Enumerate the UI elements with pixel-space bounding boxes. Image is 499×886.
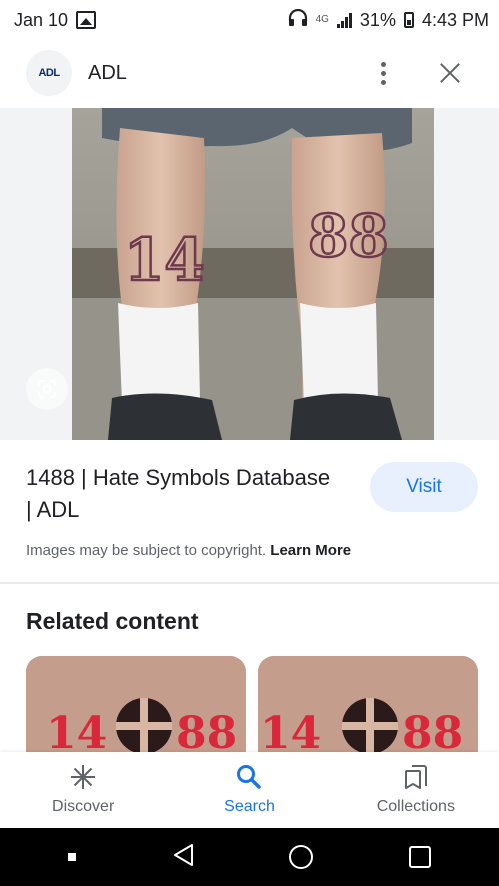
related-content-title: Related content: [26, 608, 199, 634]
bottom-navigation: Discover Search Collections: [0, 752, 499, 828]
status-right: 4G 31% 4:43 PM: [288, 8, 489, 32]
site-name[interactable]: ADL: [88, 62, 127, 85]
nav-discover[interactable]: Discover: [0, 752, 166, 828]
back-icon[interactable]: [172, 843, 194, 872]
gallery-notification-icon: [76, 11, 97, 29]
result-title[interactable]: 1488 | Hate Symbols Database | ADL: [26, 462, 336, 526]
recent-indicator-icon[interactable]: [67, 853, 76, 861]
battery-percent: 31%: [359, 9, 396, 30]
result-header: ADL ADL: [0, 44, 499, 102]
nav-collections[interactable]: Collections: [333, 752, 499, 828]
system-navigation-bar: [0, 828, 499, 886]
learn-more-link[interactable]: Learn More: [270, 542, 351, 559]
result-photo: 14 88: [72, 108, 434, 440]
status-bar: Jan 10 4G 31% 4:43 PM: [0, 0, 499, 40]
svg-text:14: 14: [260, 708, 321, 756]
close-icon[interactable]: [439, 62, 461, 84]
google-lens-button[interactable]: [26, 368, 68, 410]
more-options-icon[interactable]: [371, 61, 395, 85]
related-thumbnail-1-image: 14 88: [26, 656, 246, 756]
battery-icon: [403, 12, 414, 28]
nav-discover-label: Discover: [52, 798, 115, 815]
nav-search[interactable]: Search: [166, 752, 332, 828]
svg-text:88: 88: [402, 708, 463, 756]
lens-icon: [38, 380, 56, 398]
image-preview[interactable]: 14 88: [0, 108, 499, 440]
network-type: 4G: [315, 14, 329, 25]
overview-icon[interactable]: [409, 846, 432, 868]
site-logo: ADL: [26, 50, 72, 96]
related-thumbnail-1[interactable]: 14 88: [26, 656, 246, 756]
headset-icon: [288, 8, 308, 32]
nav-search-label: Search: [224, 798, 275, 815]
svg-text:88: 88: [176, 708, 237, 756]
related-thumbnail-2[interactable]: 14 88: [258, 656, 478, 756]
copyright-notice: Images may be subject to copyright. Lear…: [26, 542, 351, 559]
visit-button[interactable]: Visit: [370, 462, 478, 512]
svg-text:14: 14: [46, 708, 107, 756]
asterisk-icon: [70, 764, 96, 790]
nav-collections-label: Collections: [376, 798, 455, 815]
signal-icon: [336, 12, 352, 28]
status-left: Jan 10: [14, 9, 97, 31]
tattoo-right-text: 88: [308, 202, 389, 270]
home-icon[interactable]: [289, 845, 314, 869]
tattoo-left-text: 14: [124, 226, 205, 294]
copyright-text: Images may be subject to copyright.: [26, 542, 267, 559]
status-date: Jan 10: [14, 9, 69, 30]
related-thumbnail-2-image: 14 88: [258, 656, 478, 756]
bookmarks-icon: [404, 764, 428, 790]
search-icon: [236, 764, 262, 790]
divider: [0, 582, 499, 584]
status-time: 4:43 PM: [421, 9, 489, 30]
